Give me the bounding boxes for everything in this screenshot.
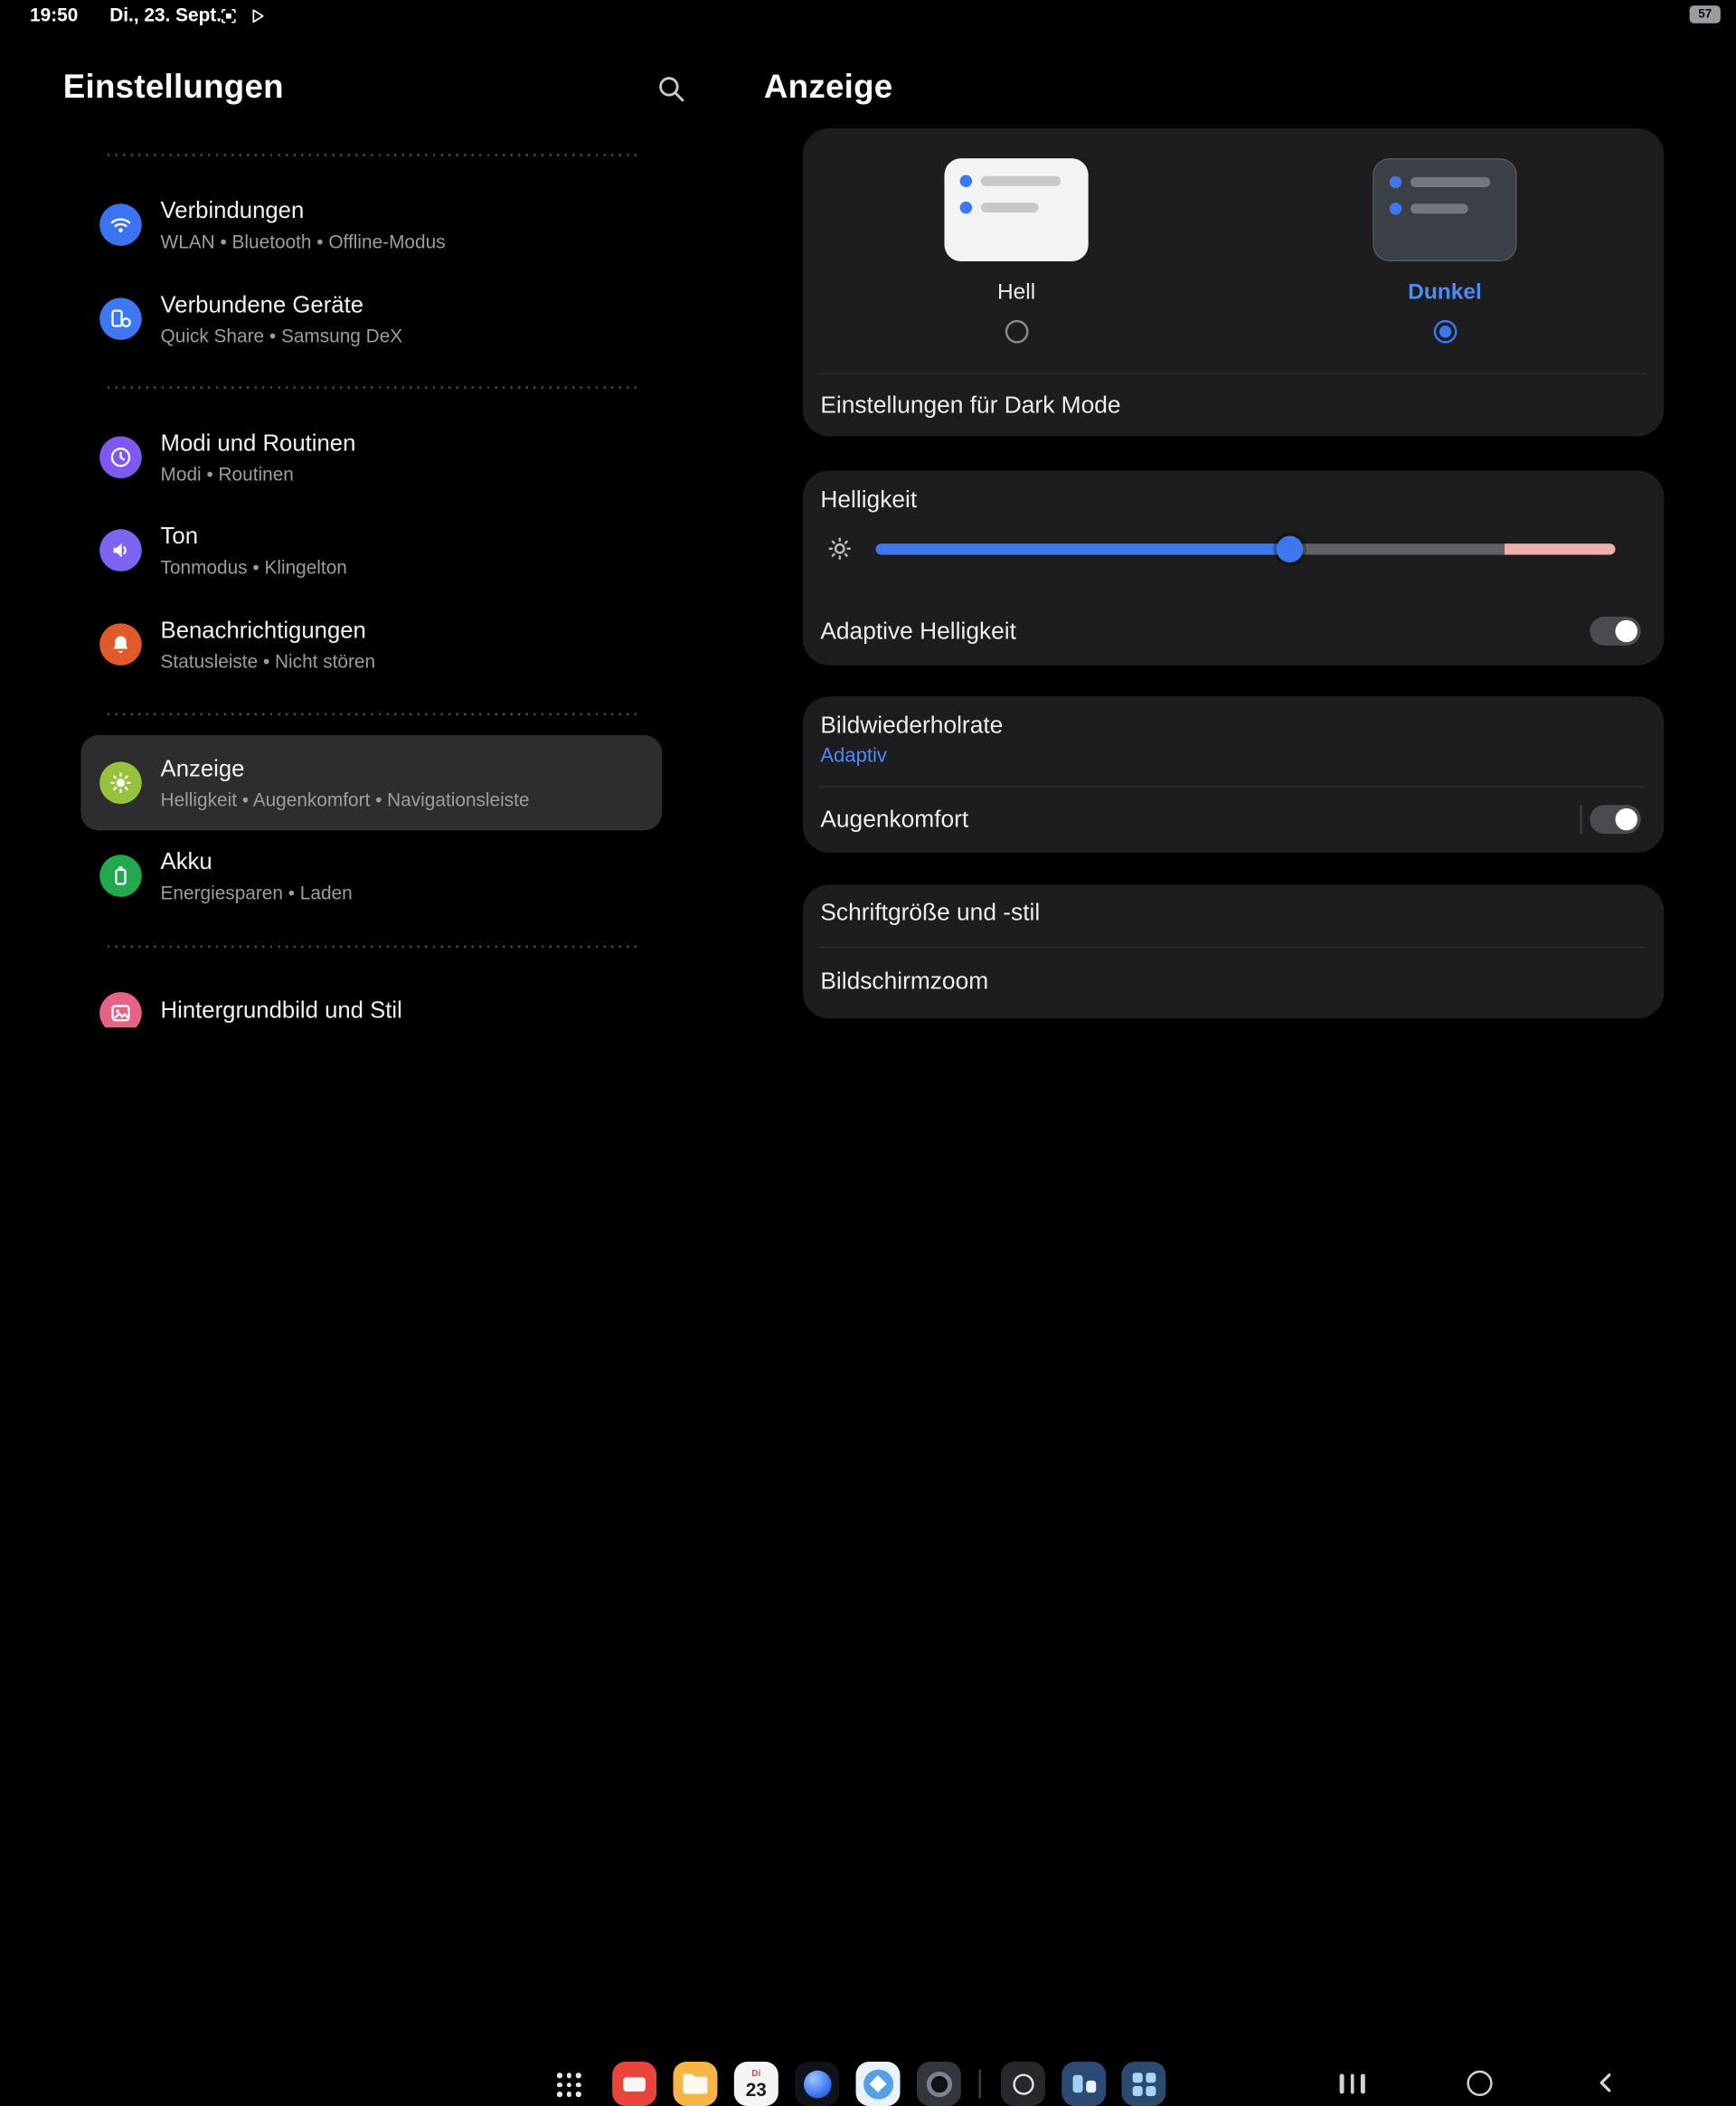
sidebar-separator bbox=[108, 154, 639, 156]
home-button[interactable] bbox=[1467, 2071, 1492, 2096]
theme-option-light[interactable]: Hell bbox=[944, 158, 1088, 343]
connected-devices-icon bbox=[99, 297, 142, 340]
recents-button[interactable] bbox=[1340, 2073, 1365, 2093]
theme-card: Hell Dunkel Einstellungen für Dark Mode bbox=[803, 128, 1665, 436]
sidebar-item-label: Benachrichtigungen bbox=[161, 616, 376, 645]
wifi-icon bbox=[99, 203, 142, 246]
font-card: Schriftgröße und -stil Bildschirmzoom bbox=[803, 884, 1665, 1018]
sidebar-item-sub: Tonmodus • Klingelton bbox=[161, 555, 347, 579]
dark-theme-label: Dunkel bbox=[1408, 280, 1482, 306]
font-size-row[interactable]: Schriftgröße und -stil bbox=[820, 897, 1040, 928]
light-theme-label: Hell bbox=[997, 280, 1035, 306]
display-icon bbox=[99, 761, 142, 804]
bell-icon bbox=[99, 623, 142, 666]
status-date: Di., 23. Sept. bbox=[109, 5, 222, 26]
battery-indicator: 57 bbox=[1690, 5, 1721, 24]
battery-icon bbox=[99, 855, 142, 897]
screenshot-icon bbox=[219, 6, 238, 25]
dark-mode-settings-row[interactable]: Einstellungen für Dark Mode bbox=[820, 390, 1120, 420]
brightness-card: Helligkeit Adaptive Helligkeit bbox=[803, 470, 1665, 666]
brightness-slider[interactable] bbox=[876, 543, 1616, 554]
brightness-fill bbox=[876, 543, 1290, 554]
preview-dot bbox=[1390, 203, 1401, 214]
page-title: Anzeige bbox=[764, 69, 893, 107]
eye-comfort-toggle[interactable] bbox=[1590, 805, 1640, 834]
sidebar-item-sub: WLAN • Bluetooth • Offline-Modus bbox=[161, 230, 446, 253]
refresh-rate-value: Adaptiv bbox=[820, 741, 887, 768]
card-divider bbox=[819, 373, 1646, 374]
extra-brightness-zone bbox=[1505, 543, 1616, 554]
status-bar: 19:50 Di., 23. Sept. 57 bbox=[0, 0, 1736, 33]
sidebar-item-sub: Energiesparen • Laden bbox=[161, 881, 353, 904]
brightness-handle[interactable] bbox=[1277, 536, 1303, 562]
card-divider bbox=[819, 786, 1646, 787]
brightness-title: Helligkeit bbox=[820, 484, 917, 515]
calendar-app-icon[interactable]: Di 23 bbox=[734, 2062, 778, 2106]
sidebar-item-akku[interactable]: Akku Energiesparen • Laden bbox=[99, 834, 653, 918]
sidebar-item-verbindungen[interactable]: Verbindungen WLAN • Bluetooth • Offline-M… bbox=[99, 183, 653, 267]
app-drawer-icon[interactable] bbox=[557, 2073, 581, 2097]
app-icon-red[interactable] bbox=[612, 2062, 656, 2106]
preview-dot bbox=[960, 202, 972, 213]
back-button[interactable] bbox=[1593, 2070, 1619, 2096]
sidebar-item-label: Hintergrundbild und Stil bbox=[161, 996, 402, 1025]
clock: 19:50 bbox=[30, 5, 78, 26]
row-divider bbox=[1580, 805, 1581, 834]
brightness-sun-icon bbox=[825, 534, 854, 563]
sidebar-item-sub: Statusleiste • Nicht stören bbox=[161, 649, 376, 673]
refresh-rate-row[interactable]: Bildwiederholrate bbox=[820, 710, 1003, 741]
dark-theme-radio[interactable] bbox=[1433, 320, 1457, 344]
light-theme-radio[interactable] bbox=[1005, 320, 1028, 344]
sidebar-separator bbox=[108, 946, 639, 948]
sound-icon bbox=[99, 529, 142, 571]
sidebar-item-label: Modi und Routinen bbox=[161, 429, 356, 458]
sidebar-item-verbundene-geraete[interactable]: Verbundene Geräte Quick Share • Samsung D… bbox=[99, 277, 653, 361]
taskbar: Di 23 bbox=[0, 1027, 1736, 1085]
settings-title: Einstellungen bbox=[63, 69, 284, 107]
sidebar-separator bbox=[108, 713, 639, 715]
screen: 19:50 Di., 23. Sept. 57 Einstellungen Ve… bbox=[0, 0, 1736, 1085]
preview-bar bbox=[981, 203, 1039, 212]
app-icon-blue-2[interactable] bbox=[1121, 2062, 1165, 2106]
app-icon-blue-sphere[interactable] bbox=[795, 2062, 839, 2106]
light-theme-preview bbox=[944, 158, 1088, 261]
calendar-weekday: Di bbox=[751, 2069, 760, 2078]
adaptive-brightness-label: Adaptive Helligkeit bbox=[820, 616, 1016, 647]
sidebar-item-label: Verbindungen bbox=[161, 196, 446, 225]
preview-bar bbox=[981, 176, 1061, 186]
camera-app-icon[interactable] bbox=[917, 2062, 961, 2106]
sidebar-item-label: Anzeige bbox=[161, 754, 530, 783]
sidebar-item-label: Verbundene Geräte bbox=[161, 290, 403, 319]
sidebar-item-sub: Quick Share • Samsung DeX bbox=[161, 324, 403, 347]
dark-theme-preview bbox=[1373, 158, 1516, 261]
app-icon-blue-1[interactable] bbox=[1061, 2062, 1106, 2106]
browser-app-icon[interactable] bbox=[856, 2062, 901, 2106]
files-app-icon[interactable] bbox=[673, 2062, 717, 2106]
search-icon[interactable] bbox=[656, 73, 686, 104]
eye-comfort-row[interactable]: Augenkomfort bbox=[820, 804, 968, 835]
modes-routines-icon bbox=[99, 436, 142, 478]
sidebar-item-modi-routinen[interactable]: Modi und Routinen Modi • Routinen bbox=[99, 415, 653, 499]
dock-divider bbox=[978, 2070, 980, 2099]
sidebar-item-benachrichtigungen[interactable]: Benachrichtigungen Statusleiste • Nicht s… bbox=[99, 602, 653, 686]
sidebar-item-label: Ton bbox=[161, 522, 347, 551]
preview-bar bbox=[1410, 177, 1490, 187]
card-divider bbox=[819, 947, 1646, 948]
calendar-day: 23 bbox=[746, 2080, 767, 2099]
sidebar-item-anzeige[interactable]: Anzeige Helligkeit • Augenkomfort • Navig… bbox=[80, 735, 662, 830]
preview-dot bbox=[960, 175, 972, 186]
refresh-rate-card: Bildwiederholrate Adaptiv Augenkomfort bbox=[803, 696, 1665, 853]
sidebar-item-sub: Modi • Routinen bbox=[161, 462, 356, 486]
play-icon bbox=[248, 6, 267, 25]
preview-dot bbox=[1390, 176, 1401, 188]
sidebar-item-ton[interactable]: Ton Tonmodus • Klingelton bbox=[99, 508, 653, 592]
adaptive-brightness-toggle[interactable] bbox=[1590, 617, 1640, 646]
screen-zoom-row[interactable]: Bildschirmzoom bbox=[820, 966, 988, 996]
sidebar-item-label: Akku bbox=[161, 847, 353, 876]
sidebar-item-sub: Helligkeit • Augenkomfort • Navigationsl… bbox=[161, 788, 530, 811]
theme-option-dark[interactable]: Dunkel bbox=[1373, 158, 1516, 343]
app-icon-dark-ring[interactable] bbox=[1001, 2062, 1045, 2106]
preview-bar bbox=[1410, 203, 1468, 213]
sidebar-separator bbox=[108, 386, 639, 388]
